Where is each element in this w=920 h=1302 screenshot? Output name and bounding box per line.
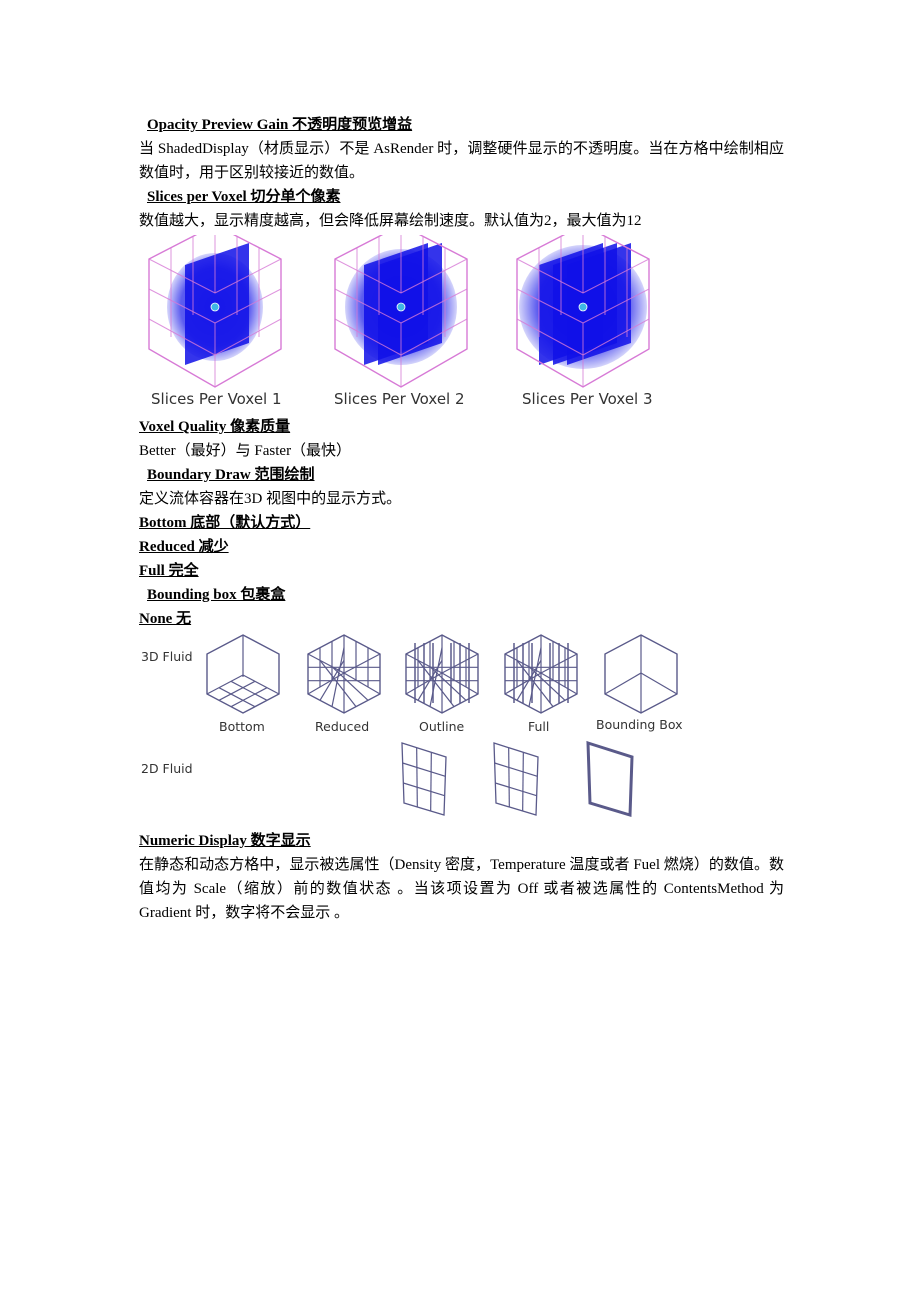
- wire-line: [522, 752, 524, 812]
- cube-outline: [405, 634, 479, 714]
- panel-outline-2d: [401, 742, 447, 816]
- slices-cube-1: [148, 235, 282, 388]
- panel-full-2d: [493, 742, 539, 816]
- center-marker-icon: [578, 302, 588, 312]
- slices-illustration: [148, 235, 650, 388]
- caption-bottom: Bottom: [219, 719, 265, 734]
- paragraph-numeric-display: 在静态和动态方格中，显示被选属性（Density 密度，Temperature …: [139, 857, 784, 921]
- wire-line: [508, 747, 510, 808]
- row-label-2d-fluid: 2D Fluid: [141, 761, 193, 776]
- wire-line: [416, 747, 418, 808]
- paragraph-slices-per-voxel: 数值越大，显示精度越高，但会降低屏幕绘制速度。默认值为2，最大值为12: [139, 213, 642, 229]
- cube-bottom: [206, 634, 280, 714]
- row-label-3d-fluid: 3D Fluid: [141, 649, 193, 664]
- figure-slices-per-voxel: Slices Per Voxel 1 Slices Per Voxel 2 Sl…: [139, 235, 679, 415]
- caption-slices-2: Slices Per Voxel 2: [334, 390, 465, 408]
- slices-cube-3: [516, 235, 650, 388]
- option-none: None 无: [139, 611, 192, 627]
- option-bounding-box: Bounding box 包裹盒: [147, 587, 286, 603]
- heading-slices-per-voxel: Slices per Voxel 切分单个像素: [147, 189, 341, 205]
- wire-line: [403, 782, 445, 797]
- figure-boundary-draw: 3D Fluid 2D Fluid Bottom Reduced Outline…: [139, 631, 699, 823]
- caption-outline: Outline: [419, 719, 465, 734]
- panel-bounding-box-2d: [586, 740, 634, 817]
- paragraph-boundary-draw: 定义流体容器在3D 视图中的显示方式。: [139, 491, 402, 507]
- cube-full: [504, 634, 578, 714]
- cube-reduced: [307, 634, 381, 714]
- wire-line: [430, 752, 432, 812]
- paragraph-voxel-quality: Better（最好）与 Faster（最快）: [139, 443, 352, 459]
- option-bottom: Bottom 底部（默认方式）: [139, 515, 311, 531]
- wire-line: [494, 762, 538, 777]
- option-full: Full 完全: [139, 563, 199, 579]
- wire-line: [495, 782, 537, 797]
- document-page: Opacity Preview Gain 不透明度预览增益 当 ShadedDi…: [139, 113, 784, 925]
- caption-slices-1: Slices Per Voxel 1: [151, 390, 282, 408]
- wire-line: [343, 653, 381, 674]
- heading-numeric-display: Numeric Display 数字显示: [139, 833, 311, 849]
- panel-outline: [493, 742, 539, 816]
- wire-line: [402, 762, 446, 777]
- center-marker-icon: [210, 302, 220, 312]
- panel-outline: [401, 742, 447, 816]
- caption-full: Full: [528, 719, 550, 734]
- wire-line: [640, 672, 678, 695]
- heading-boundary-draw: Boundary Draw 范围绘制: [147, 467, 315, 483]
- heading-voxel-quality: Voxel Quality 像素质量: [139, 419, 291, 435]
- caption-reduced: Reduced: [315, 719, 370, 734]
- cube-bounding-box: [604, 634, 678, 714]
- wire-line: [604, 672, 642, 695]
- option-reduced: Reduced 减少: [139, 539, 229, 555]
- slices-cube-2: [334, 235, 468, 388]
- paragraph-opacity-preview-gain: 当 ShadedDisplay（材质显示）不是 AsRender 时，调整硬件显…: [139, 141, 784, 181]
- center-marker-icon: [396, 302, 406, 312]
- heading-opacity-preview-gain: Opacity Preview Gain 不透明度预览增益: [147, 117, 413, 133]
- caption-slices-3: Slices Per Voxel 3: [522, 390, 653, 408]
- panel-outline: [586, 740, 634, 817]
- caption-bounding-box: Bounding Box: [596, 717, 683, 732]
